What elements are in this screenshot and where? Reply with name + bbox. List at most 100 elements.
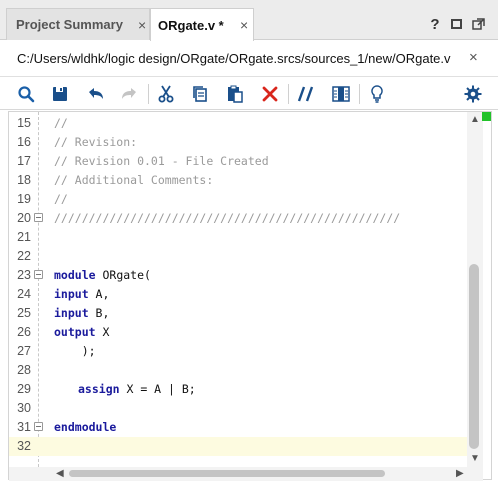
code-keyword: module: [54, 268, 96, 282]
horizontal-scroll-thumb[interactable]: [69, 470, 385, 477]
code-text: input A,: [54, 285, 109, 304]
scroll-left-icon[interactable]: ◀: [56, 468, 64, 479]
code-keyword: input: [54, 306, 89, 320]
code-content: // Additional Comments:: [54, 173, 214, 187]
scroll-down-icon[interactable]: ▼: [470, 453, 480, 464]
code-line[interactable]: 20 //////////////////////////////////////…: [9, 209, 467, 228]
close-icon[interactable]: ×: [138, 17, 146, 33]
code-editor[interactable]: 15 // 16 // Revision: 17 // Revision 0.01 - F…: [8, 111, 492, 481]
file-path-bar: C:/Users/wldhk/logic design/ORgate/ORgat…: [0, 41, 498, 77]
line-number: 18: [17, 173, 31, 187]
maximize-icon[interactable]: [471, 17, 485, 31]
line-number: 23: [17, 268, 31, 282]
code-keyword: output: [54, 325, 96, 339]
code-text: //: [54, 190, 68, 209]
fold-toggle-icon[interactable]: [34, 422, 43, 431]
code-text: // Additional Comments:: [54, 171, 213, 190]
line-number: 29: [17, 382, 31, 396]
code-line[interactable]: 22: [9, 247, 467, 266]
tab-label: ORgate.v *: [158, 17, 224, 33]
code-line[interactable]: 18 // Additional Comments:: [9, 171, 467, 190]
code-content: X = A | B;: [119, 382, 196, 396]
scroll-right-icon[interactable]: ▶: [456, 468, 464, 479]
line-number: 28: [17, 363, 31, 377]
code-line[interactable]: 16 // Revision:: [9, 133, 467, 152]
code-text: // Revision 0.01 - File Created: [54, 152, 269, 171]
line-number: 19: [17, 192, 31, 206]
line-number: 21: [17, 230, 31, 244]
code-keyword: endmodule: [54, 420, 117, 434]
redo-icon[interactable]: [118, 83, 140, 105]
close-icon[interactable]: ×: [469, 49, 478, 66]
code-content: B,: [88, 306, 110, 320]
code-line[interactable]: 23 module ORgate(: [9, 266, 467, 285]
code-line[interactable]: 15 //: [9, 114, 467, 133]
code-line[interactable]: 21: [9, 228, 467, 247]
fold-toggle-icon[interactable]: [34, 213, 43, 222]
fold-toggle-icon[interactable]: [34, 270, 43, 279]
line-number: 15: [17, 116, 31, 130]
code-content: //: [54, 192, 68, 206]
delete-icon[interactable]: [259, 83, 281, 105]
code-text: input B,: [54, 304, 109, 323]
line-number: 30: [17, 401, 31, 415]
line-number: 31: [17, 420, 31, 434]
tab-orgate-v[interactable]: ORgate.v * ×: [150, 8, 254, 41]
code-text: endmodule: [54, 418, 116, 437]
code-line[interactable]: 26 output X: [9, 323, 467, 342]
tab-label: Project Summary: [16, 17, 123, 32]
code-lines: 15 // 16 // Revision: 17 // Revision 0.01 - F…: [9, 112, 479, 467]
editor-window: Project Summary × ORgate.v * × ? C:/User…: [0, 0, 498, 485]
code-text: //: [54, 114, 68, 133]
line-number: 24: [17, 287, 31, 301]
tab-bar: Project Summary × ORgate.v * × ?: [0, 0, 498, 41]
code-line[interactable]: 30: [9, 399, 467, 418]
code-text: output X: [54, 323, 109, 342]
toolbar-separator: [288, 84, 289, 104]
code-content: // Revision:: [54, 135, 138, 149]
code-content: A,: [88, 287, 110, 301]
line-number: 27: [17, 344, 31, 358]
code-content: ORgate(: [95, 268, 151, 282]
scroll-up-icon[interactable]: ▲: [470, 114, 480, 125]
code-content: // Revision 0.01 - File Created: [54, 154, 269, 168]
gear-icon[interactable]: [462, 83, 484, 105]
line-number: 25: [17, 306, 31, 320]
code-line[interactable]: 32: [9, 437, 467, 456]
vertical-scroll-thumb[interactable]: [469, 264, 479, 449]
code-line[interactable]: 25 input B,: [9, 304, 467, 323]
paste-icon[interactable]: [224, 83, 246, 105]
code-line[interactable]: 27 );: [9, 342, 467, 361]
file-path: C:/Users/wldhk/logic design/ORgate/ORgat…: [17, 51, 451, 66]
undo-icon[interactable]: [85, 83, 107, 105]
tab-project-summary[interactable]: Project Summary ×: [6, 8, 150, 40]
code-line[interactable]: 17 // Revision 0.01 - File Created: [9, 152, 467, 171]
comment-toggle-icon[interactable]: [295, 83, 317, 105]
line-number: 26: [17, 325, 31, 339]
block-select-icon[interactable]: [330, 83, 352, 105]
close-icon[interactable]: ×: [240, 17, 248, 33]
line-number: 20: [17, 211, 31, 225]
toolbar-separator: [148, 84, 149, 104]
save-icon[interactable]: [49, 83, 71, 105]
help-icon[interactable]: ?: [428, 16, 442, 33]
copy-icon[interactable]: [189, 83, 211, 105]
vertical-scrollbar[interactable]: ▲ ▼: [467, 112, 483, 467]
code-text: // Revision:: [54, 133, 137, 152]
code-line[interactable]: 19 //: [9, 190, 467, 209]
code-content: //: [54, 116, 68, 130]
cut-icon[interactable]: [155, 83, 177, 105]
code-line[interactable]: 24 input A,: [9, 285, 467, 304]
code-line[interactable]: 29 assign X = A | B;: [9, 380, 467, 399]
lightbulb-icon[interactable]: [366, 83, 388, 105]
code-content: );: [54, 344, 96, 358]
line-number: 16: [17, 135, 31, 149]
code-line[interactable]: 28: [9, 361, 467, 380]
code-line[interactable]: 31 endmodule: [9, 418, 467, 437]
restore-icon[interactable]: [449, 17, 463, 31]
search-icon[interactable]: [15, 83, 37, 105]
line-number: 22: [17, 249, 31, 263]
code-text: );: [54, 342, 96, 361]
horizontal-scrollbar[interactable]: ◀ ▶: [9, 467, 483, 481]
code-content: ////////////////////////////////////////…: [54, 211, 401, 225]
